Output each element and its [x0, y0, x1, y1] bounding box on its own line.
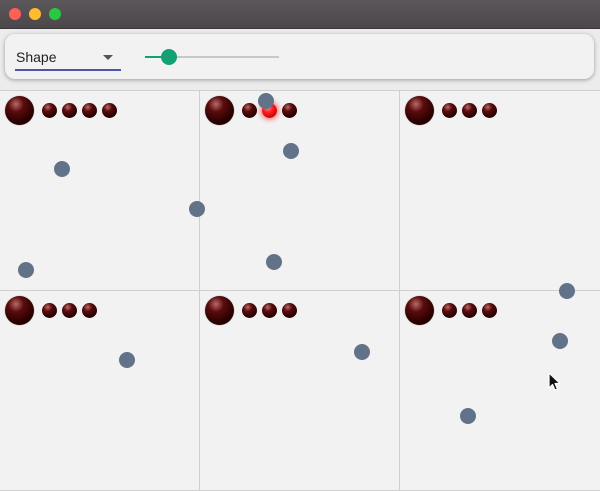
small-ball	[262, 303, 277, 318]
small-ball	[42, 103, 57, 118]
grid-cell[interactable]	[0, 91, 200, 291]
close-window-button[interactable]	[9, 8, 21, 20]
small-ball	[482, 103, 497, 118]
slider-thumb[interactable]	[161, 49, 178, 65]
value-slider[interactable]	[145, 48, 279, 66]
small-ball	[42, 303, 57, 318]
small-ball	[442, 103, 457, 118]
moving-dot	[354, 344, 370, 360]
moving-dot	[552, 333, 568, 349]
moving-dot	[258, 93, 274, 109]
small-ball	[482, 303, 497, 318]
small-ball	[242, 103, 257, 118]
small-ball	[62, 103, 77, 118]
small-ball	[242, 303, 257, 318]
window-titlebar	[0, 0, 600, 29]
moving-dot	[54, 161, 70, 177]
moving-dot	[189, 201, 205, 217]
grid-cell[interactable]	[200, 91, 400, 291]
minimize-window-button[interactable]	[29, 8, 41, 20]
small-ball	[82, 303, 97, 318]
large-ball	[405, 96, 434, 125]
moving-dot	[18, 262, 34, 278]
small-ball	[282, 103, 297, 118]
mouse-pointer-icon	[548, 372, 561, 391]
shape-grid	[0, 90, 600, 491]
small-ball	[282, 303, 297, 318]
toolbar: Shape	[5, 34, 594, 79]
small-ball	[82, 103, 97, 118]
moving-dot	[460, 408, 476, 424]
grid-cell[interactable]	[200, 291, 400, 491]
large-ball	[5, 96, 34, 125]
small-ball	[462, 303, 477, 318]
large-ball	[205, 296, 234, 325]
large-ball	[405, 296, 434, 325]
grid-cell[interactable]	[0, 291, 200, 491]
maximize-window-button[interactable]	[49, 8, 61, 20]
moving-dot	[266, 254, 282, 270]
shape-dropdown[interactable]: Shape	[15, 42, 121, 71]
moving-dot	[119, 352, 135, 368]
moving-dot	[283, 143, 299, 159]
large-ball	[205, 96, 234, 125]
chevron-down-icon	[103, 55, 113, 60]
large-ball	[5, 296, 34, 325]
moving-dot	[559, 283, 575, 299]
small-ball	[62, 303, 77, 318]
small-ball	[442, 303, 457, 318]
shape-dropdown-value: Shape	[16, 49, 57, 65]
grid-cell[interactable]	[400, 91, 600, 291]
small-ball	[462, 103, 477, 118]
grid-cell[interactable]	[400, 291, 600, 491]
small-ball	[102, 103, 117, 118]
